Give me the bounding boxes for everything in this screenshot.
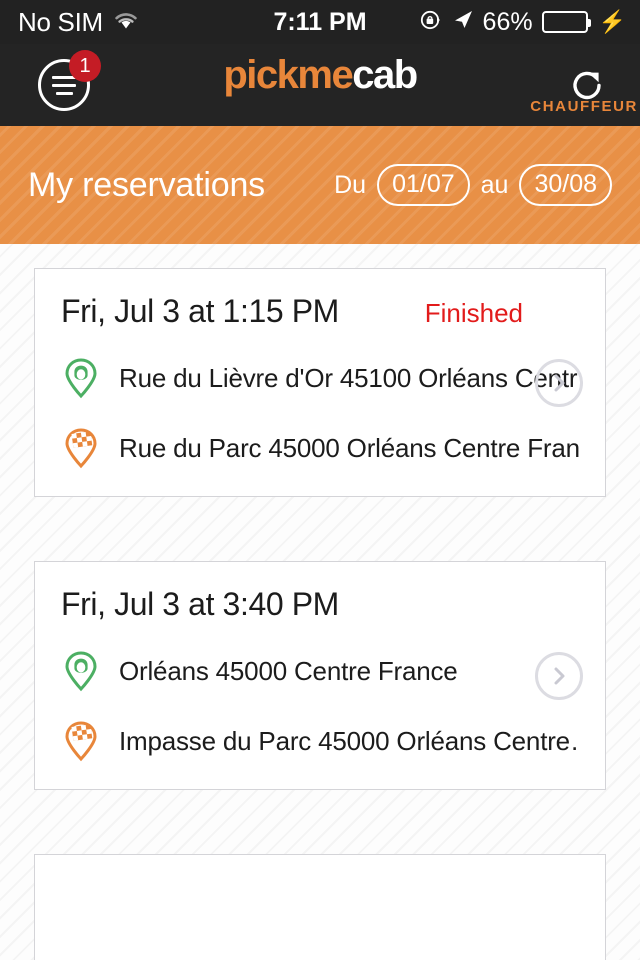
date-to-input[interactable]: 30/08 bbox=[519, 164, 612, 206]
reservation-header: Fri, Jul 3 at 3:40 PM bbox=[61, 586, 579, 623]
destination-flag-pin-icon bbox=[61, 719, 101, 763]
destination-flag-pin-icon bbox=[61, 426, 101, 470]
status-bar: No SIM 7:11 PM 66% ⚡ bbox=[0, 0, 640, 44]
menu-badge: 1 bbox=[69, 50, 101, 82]
logo-cab-text: cab bbox=[352, 53, 418, 97]
rotation-lock-icon bbox=[419, 8, 443, 37]
clock-label: 7:11 PM bbox=[273, 7, 367, 36]
reservation-datetime: Fri, Jul 3 at 3:40 PM bbox=[61, 586, 339, 622]
pickup-pin-icon bbox=[61, 649, 101, 693]
date-to-label: au bbox=[480, 170, 509, 199]
page-title: My reservations bbox=[28, 165, 265, 204]
pickup-row: Rue du Lièvre d'Or 45100 Orléans Centr… bbox=[61, 356, 579, 400]
hamburger-menu-icon[interactable]: 1 bbox=[38, 50, 101, 111]
chevron-right-icon[interactable] bbox=[535, 358, 583, 407]
pickup-row: Orléans 45000 Centre France bbox=[61, 649, 579, 693]
battery-percent-label: 66% bbox=[482, 7, 533, 36]
reservation-header: Fri, Jul 3 at 1:15 PM Finished bbox=[61, 293, 579, 330]
app-navbar: 1 pickme cab CHAUFFEUR bbox=[0, 44, 640, 126]
carrier-label: No SIM bbox=[18, 6, 103, 37]
pickup-address: Rue du Lièvre d'Or 45100 Orléans Centr… bbox=[119, 362, 579, 393]
page-header: My reservations Du 01/07 au 30/08 bbox=[0, 126, 640, 244]
reservation-card[interactable] bbox=[34, 854, 606, 960]
status-badge: Finished bbox=[424, 298, 523, 328]
logo-wordmark: pickme cab bbox=[223, 53, 418, 97]
dropoff-address: Impasse du Parc 45000 Orléans Centre… bbox=[119, 725, 579, 756]
date-from-label: Du bbox=[334, 170, 367, 199]
wifi-icon bbox=[113, 10, 139, 35]
reservation-datetime: Fri, Jul 3 at 1:15 PM bbox=[61, 293, 339, 329]
location-arrow-icon bbox=[452, 9, 474, 36]
status-bar-right: 66% ⚡ bbox=[419, 8, 640, 37]
refresh-icon[interactable] bbox=[564, 62, 610, 108]
status-bar-left: No SIM bbox=[0, 7, 139, 38]
battery-icon bbox=[541, 11, 591, 33]
reservation-card[interactable]: Fri, Jul 3 at 1:15 PM Finished Rue du Li… bbox=[34, 268, 606, 497]
dropoff-row: Impasse du Parc 45000 Orléans Centre… bbox=[61, 719, 579, 763]
date-range-filter[interactable]: Du 01/07 au 30/08 bbox=[334, 164, 612, 206]
reservation-list[interactable]: Fri, Jul 3 at 1:15 PM Finished Rue du Li… bbox=[0, 244, 640, 960]
chevron-right-icon[interactable] bbox=[535, 651, 583, 700]
charging-bolt-icon: ⚡ bbox=[598, 9, 626, 34]
reservation-card[interactable]: Fri, Jul 3 at 3:40 PM Orléans 45000 Cent… bbox=[34, 561, 606, 790]
pickup-address: Orléans 45000 Centre France bbox=[119, 655, 458, 686]
logo-pickme-text: pickme bbox=[223, 53, 353, 97]
dropoff-address: Rue du Parc 45000 Orléans Centre France bbox=[119, 432, 579, 463]
date-from-input[interactable]: 01/07 bbox=[377, 164, 470, 206]
dropoff-row: Rue du Parc 45000 Orléans Centre France bbox=[61, 426, 579, 470]
pickup-pin-icon bbox=[61, 356, 101, 400]
